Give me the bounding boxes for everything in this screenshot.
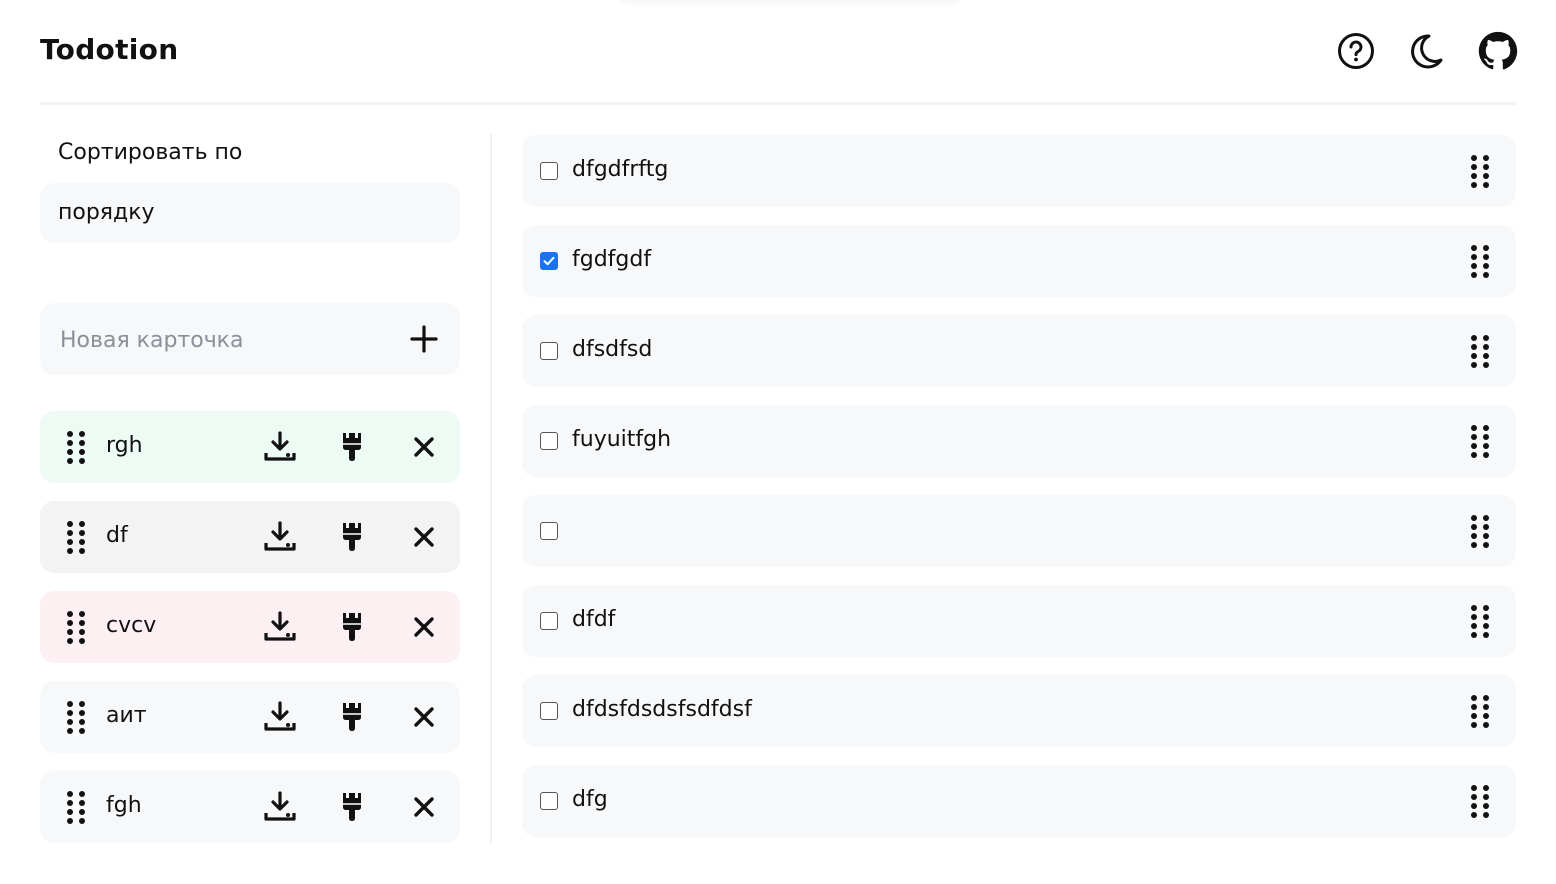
- brush-icon[interactable]: [334, 699, 370, 735]
- drag-handle-icon[interactable]: [1466, 333, 1494, 369]
- card-item[interactable]: rgh: [40, 411, 460, 483]
- todo-checkbox[interactable]: [540, 252, 558, 270]
- moon-icon[interactable]: [1406, 31, 1446, 71]
- todo-checkbox[interactable]: [540, 522, 558, 540]
- todo-text[interactable]: dfsdfsd: [572, 337, 652, 362]
- close-icon[interactable]: [406, 429, 442, 465]
- todo-item: dfg: [522, 765, 1516, 837]
- card-item[interactable]: cvcv: [40, 591, 460, 663]
- close-icon[interactable]: [406, 609, 442, 645]
- todo-item: dfdsfdsdsfsdfdsf: [522, 675, 1516, 747]
- card-item[interactable]: fgh: [40, 771, 460, 843]
- close-icon[interactable]: [406, 519, 442, 555]
- sort-select-value: порядку: [58, 200, 155, 225]
- drag-handle-icon[interactable]: [1466, 783, 1494, 819]
- header: Todotion: [40, 0, 1518, 105]
- drag-handle-icon[interactable]: [62, 609, 90, 645]
- todo-item: fgdfgdf: [522, 225, 1516, 297]
- download-icon[interactable]: [262, 519, 298, 555]
- todo-checkbox[interactable]: [540, 432, 558, 450]
- drag-handle-icon[interactable]: [1466, 693, 1494, 729]
- new-card-input[interactable]: [58, 321, 382, 359]
- sort-select[interactable]: порядку: [40, 183, 460, 243]
- todo-text[interactable]: dfg: [572, 787, 608, 812]
- help-icon[interactable]: [1336, 31, 1376, 71]
- todo-checkbox[interactable]: [540, 162, 558, 180]
- todo-text[interactable]: fuyuitfgh: [572, 427, 671, 452]
- todo-text[interactable]: fgdfgdf: [572, 247, 651, 272]
- drag-handle-icon[interactable]: [1466, 423, 1494, 459]
- todo-text[interactable]: dfgdfrftg: [572, 157, 668, 182]
- todo-item: dfdf: [522, 585, 1516, 657]
- todo-checkbox[interactable]: [540, 792, 558, 810]
- close-icon[interactable]: [406, 699, 442, 735]
- divider: [490, 134, 492, 844]
- download-icon[interactable]: [262, 429, 298, 465]
- card-name: df: [106, 523, 128, 548]
- download-icon[interactable]: [262, 609, 298, 645]
- todo-item: [522, 495, 1516, 567]
- todo-item: dfsdfsd: [522, 315, 1516, 387]
- drag-handle-icon[interactable]: [62, 519, 90, 555]
- new-card-field: [40, 303, 460, 375]
- card-item[interactable]: df: [40, 501, 460, 573]
- todo-text[interactable]: dfdf: [572, 607, 615, 632]
- todo-item: dfgdfrftg: [522, 135, 1516, 207]
- todo-text[interactable]: dfdsfdsdsfsdfdsf: [572, 697, 752, 722]
- download-icon[interactable]: [262, 789, 298, 825]
- brush-icon[interactable]: [334, 429, 370, 465]
- card-name: аит: [106, 703, 147, 728]
- add-card-button[interactable]: [406, 321, 442, 357]
- drag-handle-icon[interactable]: [62, 699, 90, 735]
- todo-checkbox[interactable]: [540, 612, 558, 630]
- sidebar: Сортировать по порядку rgh df cvcv аит fgh: [40, 134, 460, 854]
- drag-handle-icon[interactable]: [1466, 153, 1494, 189]
- plus-icon: [410, 325, 438, 353]
- app-title: Todotion: [40, 33, 179, 66]
- todo-item: fuyuitfgh: [522, 405, 1516, 477]
- card-item[interactable]: аит: [40, 681, 460, 753]
- close-icon[interactable]: [406, 789, 442, 825]
- todo-checkbox[interactable]: [540, 342, 558, 360]
- download-icon[interactable]: [262, 699, 298, 735]
- card-name: cvcv: [106, 613, 157, 638]
- drag-handle-icon[interactable]: [1466, 513, 1494, 549]
- brush-icon[interactable]: [334, 519, 370, 555]
- card-name: rgh: [106, 433, 143, 458]
- drag-handle-icon[interactable]: [62, 789, 90, 825]
- card-name: fgh: [106, 793, 142, 818]
- brush-icon[interactable]: [334, 609, 370, 645]
- sort-label: Сортировать по: [58, 140, 243, 165]
- github-icon[interactable]: [1478, 31, 1518, 71]
- drag-handle-icon[interactable]: [62, 429, 90, 465]
- todo-checkbox[interactable]: [540, 702, 558, 720]
- drag-handle-icon[interactable]: [1466, 243, 1494, 279]
- brush-icon[interactable]: [334, 789, 370, 825]
- drag-handle-icon[interactable]: [1466, 603, 1494, 639]
